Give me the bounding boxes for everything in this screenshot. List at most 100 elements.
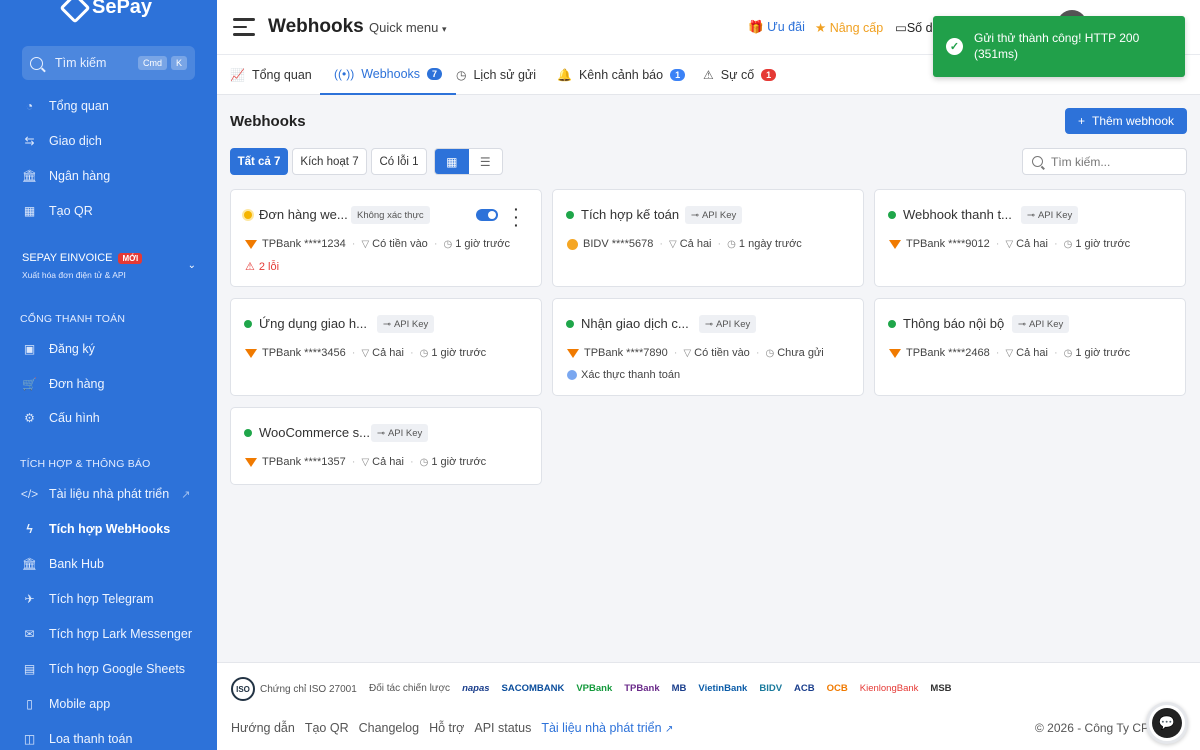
sidebar-item-don-hang[interactable]: 🛒 Đơn hàng [22,374,104,394]
tab-su-co[interactable]: ⚠ Sự cố 1 [703,55,777,95]
tab-tong-quan[interactable]: 📈 Tổng quan [230,55,312,95]
new-badge: MỚI [118,252,143,264]
warning-icon: ⚠ [703,68,714,82]
partner-logo: SACOMBANK [501,683,565,694]
webhook-card[interactable]: Nhận giao dịch c... ⊸ API Key TPBank ****… [552,298,864,396]
bank-icon: 🏛 [21,169,38,183]
sidebar-item-tao-qr[interactable]: ▦ Tạo QR [22,201,93,221]
sidebar-item-tai-lieu[interactable]: </> Tài liệu nhà phát triển ↗ [21,484,191,504]
chat-button[interactable]: 💬 [1146,702,1188,744]
sidebar-item-label: Tổng quan [49,99,109,113]
success-toast[interactable]: ✓ Gửi thử thành công! HTTP 200 (351ms) [933,16,1185,77]
verify-label: Xác thực thanh toán [581,369,681,381]
footer-link[interactable]: Hỗ trợ [429,721,464,735]
footer-link[interactable]: Changelog [359,721,419,735]
footer-link[interactable]: Tạo QR [305,721,349,735]
footer-link[interactable]: Hướng dẫn [231,721,295,735]
footer-dev-link[interactable]: Tài liệu nhà phát triển ↗ [541,721,673,735]
chevron-down-icon: ⌄ [187,260,196,271]
sidebar-item-telegram[interactable]: ✈ Tích hợp Telegram [22,589,153,609]
auth-badge-label: API Key [715,318,751,330]
clock-icon: ◷ [456,68,467,82]
clock-icon: ◷ [1063,347,1073,359]
quick-menu[interactable]: Quick menu ▾ [369,20,447,35]
sidebar-item-webhooks[interactable]: ϟ Tích hợp WebHooks [22,519,170,539]
tpbank-logo-icon [245,457,257,467]
sidebar-item-bank-hub[interactable]: 🏛 Bank Hub [22,554,104,574]
sidebar-item-dang-ky[interactable]: ▣ Đăng ký [22,339,95,359]
sidebar-item-cau-hinh[interactable]: ⚙ Cấu hình [22,408,100,428]
speaker-icon: ◫ [23,732,36,746]
active-toggle[interactable] [476,209,498,221]
uu-dai-link[interactable]: 🎁 Ưu đãi [748,20,805,35]
last-sent: 1 giờ trước [455,238,511,250]
sidebar-item-ngan-hang[interactable]: 🏛 Ngân hàng [22,166,110,186]
event-filter: Cả hai [1016,238,1048,250]
tpbank-logo-icon [245,348,257,358]
footer-link[interactable]: API status [474,721,531,735]
auth-badge-label: API Key [1028,318,1064,330]
so-du-link[interactable]: ▭Số d [895,20,933,35]
webhook-card[interactable]: Tích hợp kế toán ⊸ API Key BIDV ****5678 ·… [552,189,864,287]
tab-kenh-canh-bao[interactable]: 🔔 Kênh cảnh báo 1 [557,55,686,95]
sidebar-einvoice[interactable]: SEPAY EINVOICE MỚI Xuất hóa đơn điện tử &… [22,252,200,280]
menu-icon[interactable] [233,18,255,41]
search-icon [1032,156,1043,167]
filter-icon: ▽ [669,238,677,250]
filter-active[interactable]: Kích hoạt 7 [292,148,367,175]
key-icon: ⊸ [691,209,699,221]
sidebar-item-google-sheets[interactable]: ▤ Tích hợp Google Sheets [22,659,185,679]
sidebar-item-lark[interactable]: ✉ Tích hợp Lark Messenger [22,624,192,644]
webhook-card[interactable]: WooCommerce s... ⊸ API Key TPBank ****135… [230,407,542,485]
filter-icon: ▽ [1005,347,1014,359]
webhook-meta: TPBank ****9012 · ▽ Cả hai · ◷ 1 giờ trước [889,238,1130,250]
tab-lich-su[interactable]: ◷ Lịch sử gửi [456,55,536,95]
register-icon: ▣ [23,342,36,356]
webhook-card[interactable]: Đơn hàng we... Không xác thực · · · TPBank… [230,189,542,287]
last-sent: 1 giờ trước [431,347,487,359]
filter-error[interactable]: Có lỗi 1 [371,148,427,175]
list-view-icon[interactable]: ☰ [469,149,503,174]
nang-cap-link[interactable]: ★ Nâng cấp [815,20,883,35]
tab-count: 7 [427,68,443,80]
status-dot [888,211,896,219]
grid-view-icon[interactable]: ▦ [435,149,469,174]
clock-icon: ◷ [727,238,736,250]
more-icon[interactable]: · · · [514,202,519,232]
brand-name: SePay [92,0,153,18]
last-sent: 1 giờ trước [1075,347,1131,359]
webhook-meta: TPBank ****1234 · ▽ Có tiền vào · ◷ 1 giờ trướ… [245,238,510,250]
partner-logo: MB [671,683,687,694]
auth-badge: ⊸ API Key [699,315,757,333]
footer: ISO Chứng chỉ ISO 27001 Đối tác chiến lượ… [217,662,1200,750]
add-webhook-button[interactable]: + Thêm webhook [1065,108,1187,134]
auth-badge-label: API Key [387,427,423,439]
tpbank-logo-icon [889,348,901,358]
star-icon: ★ [815,21,827,35]
einvoice-subtitle: Xuất hóa đơn điện tử & API [22,270,126,280]
clock-icon: ◷ [765,347,775,359]
webhook-card[interactable]: Ứng dụng giao h... ⊸ API Key TPBank ****3… [230,298,542,396]
webhook-search-input[interactable]: Tìm kiếm... [1022,148,1187,175]
webhook-card[interactable]: Webhook thanh t... ⊸ API Key TPBank ****9… [874,189,1186,287]
sidebar-search[interactable]: Tìm kiếm Cmd K [22,46,195,80]
warning-icon: ⚠ [245,261,255,273]
bank-account: TPBank ****3456 [262,347,346,359]
sidebar-item-giao-dich[interactable]: ⇆ Giao dịch [22,131,101,151]
bank-account: TPBank ****9012 [906,238,990,250]
brand-logo[interactable]: SePay [59,0,153,24]
partner-logo: KienlongBank [859,683,919,694]
sidebar-item-label: Đăng ký [49,342,95,356]
sidebar-item-mobile-app[interactable]: ▯ Mobile app [22,694,110,714]
verified-icon [567,370,577,380]
webhook-name: WooCommerce s... [259,425,371,440]
sidebar-item-tong-quan[interactable]: ◔ Tổng quan [22,96,109,116]
sidebar-item-loa[interactable]: ◫ Loa thanh toán [22,729,133,749]
so-du-label: Số d [906,21,933,35]
filter-all[interactable]: Tất cả 7 [230,148,288,175]
webhook-meta: TPBank ****2468 · ▽ Cả hai · ◷ 1 giờ trước [889,347,1130,359]
tab-webhooks[interactable]: ((•)) Webhooks 7 [320,55,457,95]
webhook-card[interactable]: Thông báo nội bộ ⊸ API Key TPBank ****246… [874,298,1186,396]
add-webhook-label: Thêm webhook [1091,114,1175,128]
sidebar-section-payment: CỔNG THANH TOÁN [20,313,126,325]
